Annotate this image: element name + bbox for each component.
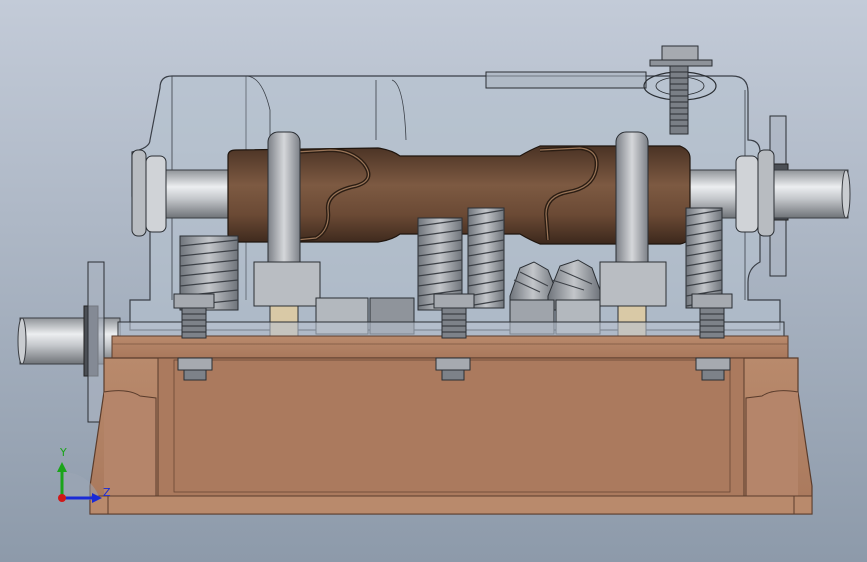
triad-z-label: Z	[103, 486, 111, 499]
gearbox-assembly-model[interactable]: Y Z	[0, 0, 867, 562]
gear-right[interactable]	[685, 207, 723, 309]
base-housing[interactable]	[89, 357, 813, 515]
triad-y-label: Y	[59, 446, 67, 459]
gear-center-2[interactable]	[467, 207, 505, 309]
model-viewport[interactable]: Y Z	[0, 0, 867, 562]
bolt-thread	[669, 65, 689, 135]
